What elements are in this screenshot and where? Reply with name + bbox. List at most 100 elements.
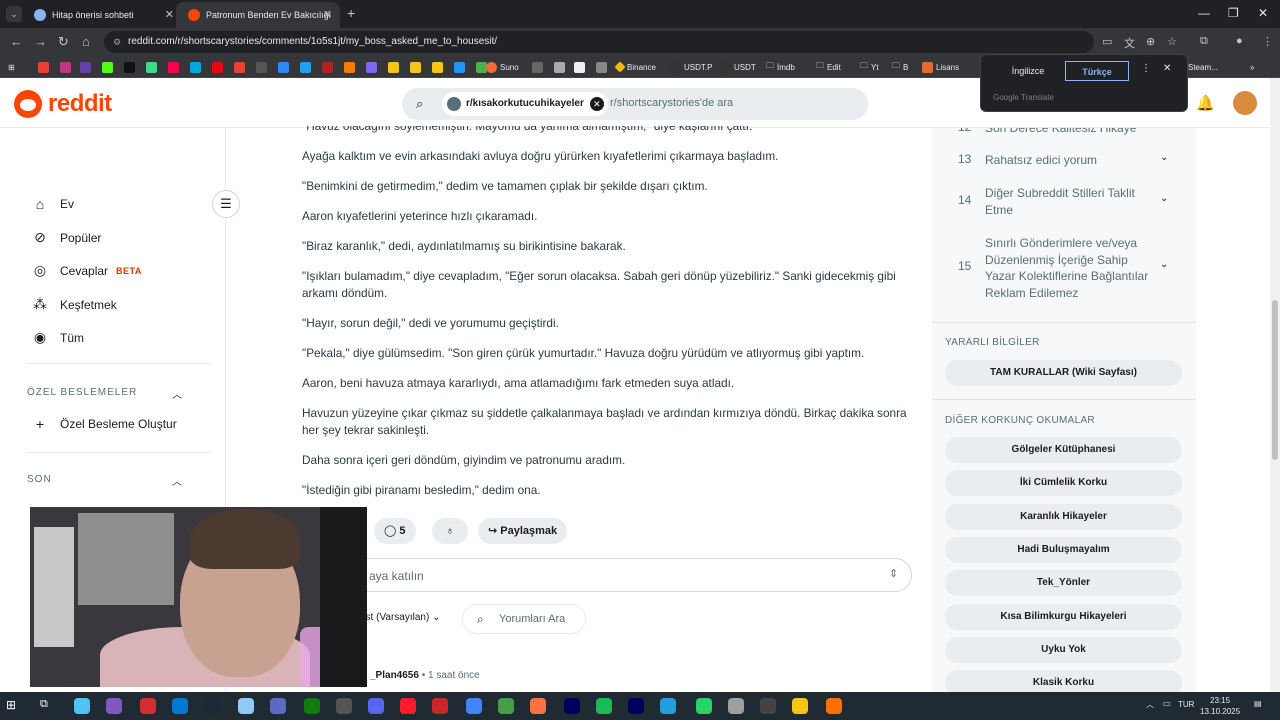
subreddit-search-chip[interactable]: r/kısakorkutucuhikayeler ✕ — [442, 92, 608, 116]
taskbar-app-icon[interactable] — [172, 698, 188, 714]
full-rules-wiki-button[interactable]: TAM KURALLAR (Wiki Sayfası) — [945, 360, 1182, 386]
bookmark-icon[interactable] — [554, 61, 565, 73]
user-avatar[interactable] — [1233, 91, 1257, 115]
audition-icon[interactable] — [628, 698, 644, 714]
bookmark-icon[interactable] — [80, 61, 91, 73]
taskbar-app-icon[interactable] — [792, 698, 808, 714]
bookmark-icon[interactable] — [102, 61, 113, 73]
share-button[interactable]: ↪ Paylaşmak — [478, 518, 568, 544]
close-window-icon[interactable]: ✕ — [1258, 6, 1268, 20]
reddit-wordmark[interactable]: reddit — [48, 90, 112, 118]
telegram-icon[interactable] — [660, 698, 676, 714]
translate-menu-icon[interactable]: ⋮ — [1141, 63, 1151, 74]
taskbar-app-icon[interactable] — [826, 698, 842, 714]
page-scrollbar[interactable] — [1270, 78, 1280, 692]
discord-icon[interactable] — [368, 698, 384, 714]
sort-dropdown[interactable]: üst (Varsayılan) ⌄ — [360, 612, 440, 623]
related-sub-link[interactable]: Tek_Yönler — [945, 570, 1182, 596]
create-custom-feed[interactable]: + Özel Besleme Oluştur — [30, 416, 177, 432]
bookmark-icon[interactable] — [38, 61, 49, 73]
browser-tab-1[interactable]: Hitap önerisi sohbeti ✕ — [22, 2, 182, 28]
reload-icon[interactable]: ↻ — [58, 34, 69, 50]
minimize-icon[interactable]: — — [1198, 6, 1210, 20]
bookmark-icon[interactable] — [432, 61, 443, 73]
taskbar-clock[interactable]: 23:15 13.10.2025 — [1200, 695, 1240, 717]
bookmark-icon[interactable] — [60, 61, 71, 73]
bookmark-imdb[interactable]: 🗀 İmdb — [766, 61, 795, 73]
browser-tab-2-active[interactable]: Patronum Benden Ev Bakıcılığı ✕ — [176, 2, 340, 28]
taskbar-app-icon[interactable] — [74, 698, 90, 714]
start-icon[interactable]: ⊞ — [6, 698, 22, 714]
collapse-sidebar-button[interactable]: ☰ — [212, 190, 240, 218]
bookmark-lisans[interactable]: Lisans — [922, 61, 959, 73]
bookmark-icon[interactable] — [256, 61, 267, 73]
taskbar-language[interactable]: TUR — [1178, 700, 1194, 709]
remove-chip-icon[interactable]: ✕ — [589, 97, 604, 111]
taskbar-app-icon[interactable] — [106, 698, 122, 714]
apps-icon[interactable]: ⊞ — [8, 61, 15, 73]
after-effects-icon[interactable] — [564, 698, 580, 714]
forward-icon[interactable]: → — [34, 34, 47, 49]
back-icon[interactable]: ← — [10, 34, 23, 49]
sidebar-item-all[interactable]: ◉ Tüm — [30, 329, 84, 346]
comments-button[interactable]: ◯ 5 — [374, 518, 416, 544]
bookmark-icon[interactable] — [410, 61, 421, 73]
sidebar-item-home[interactable]: ⌂ Ev — [30, 196, 74, 212]
opera-icon[interactable] — [400, 698, 416, 714]
expand-editor-icon[interactable]: ⇕ — [889, 567, 898, 580]
tray-expand-icon[interactable]: ︿ — [1146, 699, 1154, 710]
translate-icon[interactable]: 文 — [1124, 35, 1135, 51]
zoom-icon[interactable]: ⊕ — [1146, 35, 1155, 48]
bookmark-icon[interactable] — [168, 61, 179, 73]
recent-heading[interactable]: SON — [27, 474, 52, 485]
notifications-bell-icon[interactable]: 🔔 — [1196, 94, 1215, 112]
translate-close-icon[interactable]: ✕ — [1163, 63, 1171, 74]
comment-username[interactable]: _Plan4656 — [370, 670, 419, 681]
calculator-icon[interactable] — [728, 698, 744, 714]
tab-search-button[interactable]: ⌄ — [6, 6, 22, 22]
notification-center-icon[interactable]: ▤ — [1254, 699, 1262, 708]
cast-icon[interactable]: ▭ — [1102, 35, 1112, 48]
translate-target-option[interactable]: Türkçe — [1065, 61, 1129, 81]
steam-icon[interactable] — [204, 698, 220, 714]
related-sub-link[interactable]: Karanlık Hikayeler — [945, 504, 1182, 530]
xbox-icon[interactable] — [304, 698, 320, 714]
bookmark-icon[interactable] — [278, 61, 289, 73]
taskbar-app-icon[interactable] — [498, 698, 514, 714]
chrome-icon[interactable] — [466, 698, 482, 714]
comment-search-input[interactable]: ⌕ Yorumları Ara — [462, 604, 586, 634]
collapse-caret-icon[interactable]: ︿ — [172, 386, 182, 401]
bookmark-b[interactable]: 🗀 B — [892, 61, 908, 73]
task-view-icon[interactable]: ⧉ — [40, 698, 56, 714]
bookmark-icon[interactable] — [596, 61, 607, 73]
close-tab-icon[interactable]: ✕ — [323, 8, 332, 21]
bookmark-icon[interactable] — [190, 61, 201, 73]
bookmark-icon[interactable] — [344, 61, 355, 73]
restore-icon[interactable]: ❐ — [1228, 6, 1239, 20]
bookmark-star-icon[interactable]: ☆ — [1167, 35, 1177, 48]
site-info-icon[interactable]: ⚙ — [113, 31, 121, 53]
close-tab-icon[interactable]: ✕ — [165, 8, 174, 21]
taskbar-app-icon[interactable] — [432, 698, 448, 714]
bookmark-icon[interactable] — [300, 61, 311, 73]
scrollbar-thumb[interactable] — [1272, 300, 1278, 460]
home-icon[interactable]: ⌂ — [82, 34, 90, 49]
search-input[interactable]: ⌕ r/kısakorkutucuhikayeler ✕ r/shortscar… — [402, 88, 868, 120]
related-sub-link[interactable]: İki Cümlelik Korku — [945, 470, 1182, 496]
bookmark-icon[interactable] — [146, 61, 157, 73]
profile-icon[interactable]: ● — [1236, 35, 1243, 47]
sidebar-item-answers[interactable]: ◎ Cevaplar BETA — [30, 262, 142, 279]
sidebar-item-popular[interactable]: ⊘ Popüler — [30, 229, 101, 246]
bookmark-icon[interactable] — [322, 61, 333, 73]
related-sub-link[interactable]: Kısa Bilimkurgu Hikayeleri — [945, 604, 1182, 630]
whatsapp-icon[interactable] — [696, 698, 712, 714]
bookmark-usdt[interactable]: USDT — [720, 61, 756, 73]
bookmark-yt[interactable]: 🗀 Yt — [860, 61, 879, 73]
bookmark-suno[interactable]: Suno — [486, 61, 519, 73]
join-conversation-input[interactable]: aya katılın ⇕ — [330, 558, 912, 592]
spotify-icon[interactable] — [596, 698, 612, 714]
bookmark-icon[interactable] — [454, 61, 465, 73]
taskbar-app-icon[interactable] — [270, 698, 286, 714]
taskbar-app-icon[interactable] — [238, 698, 254, 714]
bookmark-steam[interactable]: Steam... — [1188, 61, 1218, 73]
